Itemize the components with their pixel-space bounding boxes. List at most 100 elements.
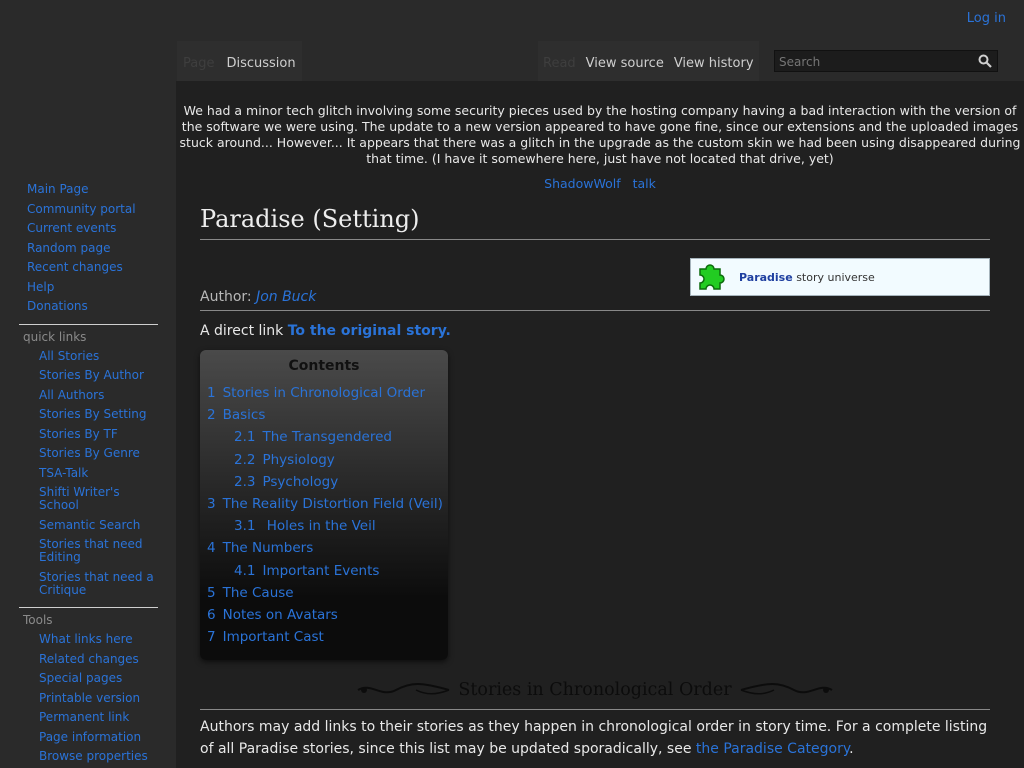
toc-number: 6 bbox=[207, 607, 216, 624]
toc-item[interactable]: 2.3 Psychology bbox=[200, 471, 448, 493]
toc-number: 2.3 bbox=[234, 473, 256, 490]
direct-link-prefix: A direct link bbox=[200, 323, 284, 339]
toc-link[interactable]: 2.1 The Transgendered bbox=[234, 429, 392, 445]
original-story-link[interactable]: To the original story. bbox=[288, 323, 451, 339]
toc-label: The Transgendered bbox=[262, 429, 392, 446]
search-box bbox=[774, 50, 998, 72]
toc-label: Notes on Avatars bbox=[222, 607, 338, 624]
sidebar-item-community-portal[interactable]: Community portal bbox=[0, 200, 176, 220]
search-input[interactable] bbox=[775, 52, 973, 72]
sidebar-item-special-pages[interactable]: Special pages bbox=[19, 669, 158, 689]
toc-link[interactable]: 2.3 Psychology bbox=[234, 474, 338, 490]
toc-link[interactable]: 6 Notes on Avatars bbox=[207, 607, 338, 623]
sidebar-item-stories-need-editing[interactable]: Stories that need Editing bbox=[19, 535, 158, 568]
sidebar-item-shifti-writers-school[interactable]: Shifti Writer's School bbox=[19, 483, 158, 516]
toc-link[interactable]: 1 Stories in Chronological Order bbox=[207, 385, 425, 401]
toc-number: 3.1 bbox=[234, 518, 256, 535]
toc-number: 4 bbox=[207, 540, 216, 557]
sidebar-item-all-authors[interactable]: All Authors bbox=[19, 386, 158, 406]
sidebar-item-stories-need-critique[interactable]: Stories that need a Critique bbox=[19, 568, 158, 601]
sidebar-item-stories-by-genre[interactable]: Stories By Genre bbox=[19, 444, 158, 464]
sidebar-item-browse-properties[interactable]: Browse properties bbox=[19, 747, 158, 767]
flourish-right-icon bbox=[740, 682, 833, 694]
toc-number: 7 bbox=[207, 629, 216, 646]
signature-talk-link[interactable]: talk bbox=[633, 176, 656, 191]
flourish-left-icon bbox=[357, 682, 450, 694]
toc-label: Important Events bbox=[262, 562, 380, 579]
toc-number: 1 bbox=[207, 385, 216, 401]
toc-link[interactable]: 5 The Cause bbox=[207, 585, 294, 601]
toc-label: The Cause bbox=[222, 584, 294, 601]
toc-item[interactable]: 2.1 The Transgendered bbox=[200, 426, 448, 448]
universe-name[interactable]: Paradise bbox=[739, 271, 793, 284]
toc-number: 5 bbox=[207, 584, 216, 601]
sidebar-item-random-page[interactable]: Random page bbox=[0, 239, 176, 259]
puzzle-piece-icon bbox=[699, 264, 725, 290]
sidebar-item-help[interactable]: Help bbox=[0, 278, 176, 298]
sidebar-item-stories-by-setting[interactable]: Stories By Setting bbox=[19, 405, 158, 425]
section-paragraph: Authors may add links to their stories a… bbox=[200, 716, 1000, 760]
table-of-contents: Contents 1 Stories in Chronological Order… bbox=[200, 350, 448, 660]
sidebar-item-printable-version[interactable]: Printable version bbox=[19, 689, 158, 709]
search-icon[interactable] bbox=[978, 54, 992, 68]
tab-view-history[interactable]: View history bbox=[669, 41, 759, 81]
toc-item[interactable]: 4 The Numbers bbox=[200, 537, 448, 559]
tab-read[interactable]: Read bbox=[538, 41, 581, 81]
paradise-category-link[interactable]: the Paradise Category bbox=[696, 741, 849, 757]
toc-label: Basics bbox=[222, 407, 266, 424]
content-area: We had a minor tech glitch involving som… bbox=[176, 81, 1024, 768]
sidebar-item-stories-by-tf[interactable]: Stories By TF bbox=[19, 425, 158, 445]
tab-view-source[interactable]: View source bbox=[581, 41, 669, 81]
toc-item[interactable]: 6 Notes on Avatars bbox=[200, 604, 448, 626]
sidebar-item-current-events[interactable]: Current events bbox=[0, 219, 176, 239]
direct-link-line: A direct link To the original story. bbox=[200, 323, 451, 339]
toc-link[interactable]: 2 Basics bbox=[207, 407, 265, 423]
sidebar-item-all-stories[interactable]: All Stories bbox=[19, 347, 158, 367]
sidebar-item-main-page[interactable]: Main Page bbox=[0, 180, 176, 200]
sidebar-item-donations[interactable]: Donations bbox=[0, 297, 176, 317]
toc-link[interactable]: 2.2 Physiology bbox=[234, 452, 335, 468]
universe-infobox: Paradise story universe bbox=[690, 258, 990, 296]
sidebar-item-stories-by-author[interactable]: Stories By Author bbox=[19, 366, 158, 386]
sidebar-item-tsa-talk[interactable]: TSA-Talk bbox=[19, 464, 158, 484]
toc-item[interactable]: 3.1 Holes in the Veil bbox=[200, 515, 448, 537]
toc-label: The Numbers bbox=[222, 540, 314, 557]
sidebar-item-recent-changes[interactable]: Recent changes bbox=[0, 258, 176, 278]
toc-number: 2.1 bbox=[234, 429, 256, 446]
toc-label: Holes in the Veil bbox=[262, 518, 376, 535]
toc-link[interactable]: 4 The Numbers bbox=[207, 540, 313, 556]
sidebar: Main Page Community portal Current event… bbox=[0, 180, 176, 767]
toc-link[interactable]: 4.1 Important Events bbox=[234, 563, 379, 579]
toc-item[interactable]: 2.2 Physiology bbox=[200, 449, 448, 471]
toc-item[interactable]: 1 Stories in Chronological Order bbox=[200, 382, 448, 404]
toc-link[interactable]: 3 The Reality Distortion Field (Veil) bbox=[207, 496, 443, 512]
toc-label: Stories in Chronological Order bbox=[222, 385, 425, 401]
tab-page[interactable]: Page bbox=[177, 41, 220, 81]
toc-label: Physiology bbox=[262, 451, 335, 468]
portal-quick-links: quick links All Stories Stories By Autho… bbox=[19, 323, 158, 601]
toc-item[interactable]: 4.1 Important Events bbox=[200, 560, 448, 582]
sidebar-item-what-links-here[interactable]: What links here bbox=[19, 630, 158, 650]
toc-label: Important Cast bbox=[222, 629, 324, 646]
section-title: Stories in Chronological Order bbox=[458, 679, 732, 700]
sidebar-item-semantic-search[interactable]: Semantic Search bbox=[19, 516, 158, 536]
author-link[interactable]: Jon Buck bbox=[256, 289, 316, 305]
toc-item[interactable]: 7 Important Cast bbox=[200, 626, 448, 648]
sidebar-navigation: Main Page Community portal Current event… bbox=[0, 180, 176, 317]
login-link[interactable]: Log in bbox=[967, 11, 1006, 26]
toc-item[interactable]: 2 Basics bbox=[200, 404, 448, 426]
section-paragraph-suffix: . bbox=[849, 741, 854, 757]
toc-item[interactable]: 3 The Reality Distortion Field (Veil) bbox=[200, 493, 448, 515]
toc-title: Contents bbox=[288, 358, 360, 374]
tab-discussion[interactable]: Discussion bbox=[220, 41, 301, 81]
signature-user-link[interactable]: ShadowWolf bbox=[544, 176, 620, 191]
toc-label: Psychology bbox=[262, 473, 339, 490]
toc-item[interactable]: 5 The Cause bbox=[200, 582, 448, 604]
page-title: Paradise (Setting) bbox=[200, 205, 990, 240]
sidebar-item-page-information[interactable]: Page information bbox=[19, 728, 158, 748]
toc-link[interactable]: 7 Important Cast bbox=[207, 629, 324, 645]
toc-link[interactable]: 3.1 Holes in the Veil bbox=[234, 518, 376, 534]
toc-number: 4.1 bbox=[234, 562, 256, 579]
sidebar-item-related-changes[interactable]: Related changes bbox=[19, 650, 158, 670]
sidebar-item-permanent-link[interactable]: Permanent link bbox=[19, 708, 158, 728]
